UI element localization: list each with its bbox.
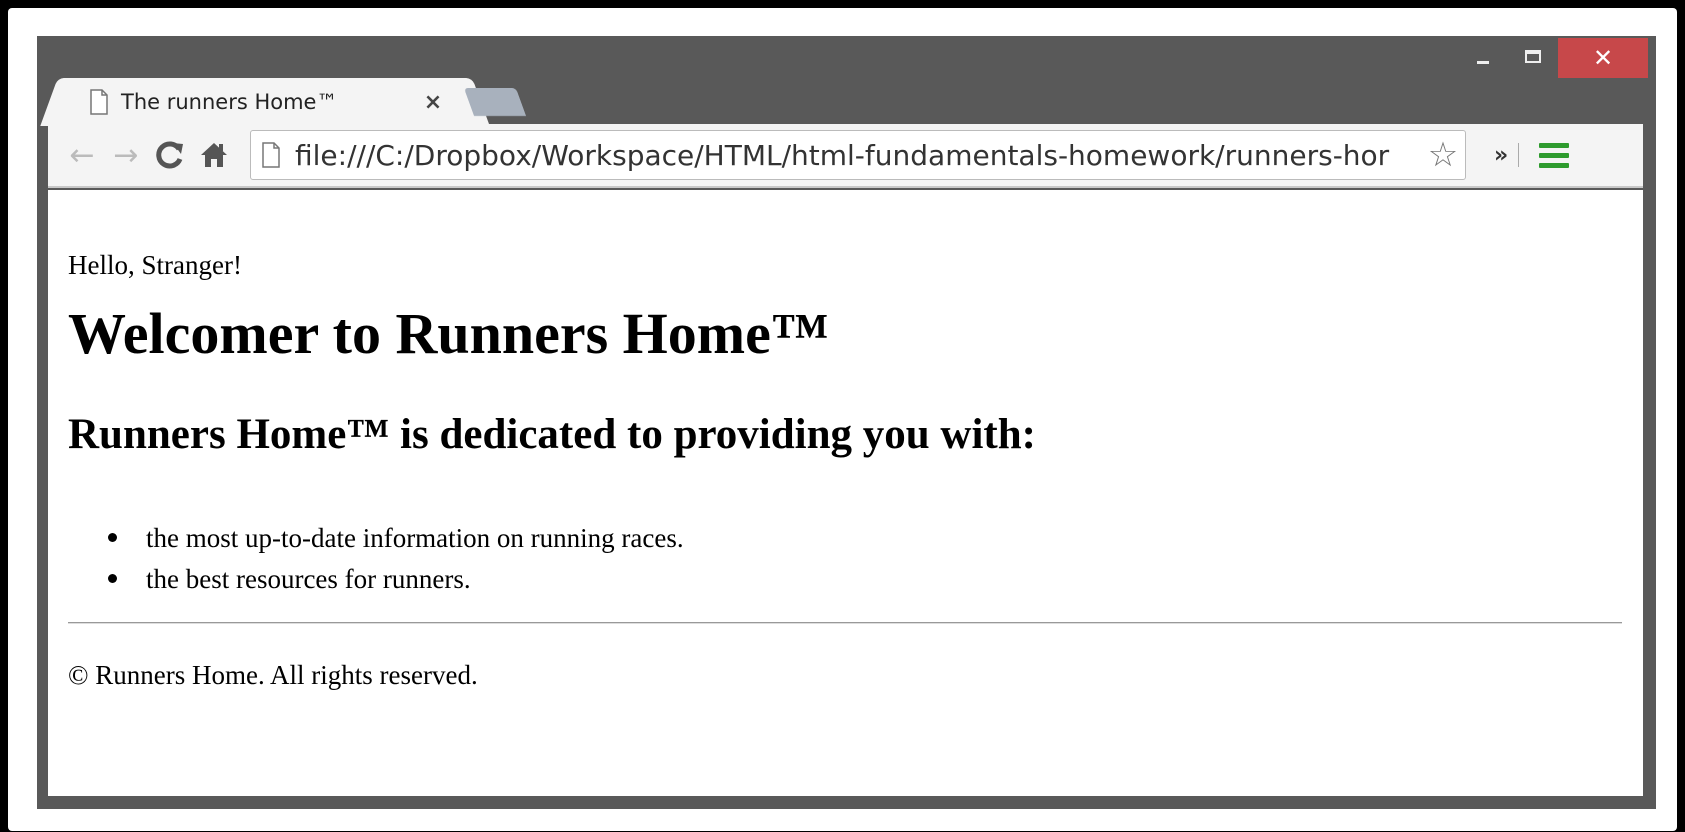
minimize-button[interactable] — [1458, 38, 1508, 74]
star-bookmark-icon[interactable]: ☆ — [1421, 133, 1465, 177]
page-heading: Welcomer to Runners Home™ — [68, 301, 829, 366]
tab-title: The runners Home™ — [121, 90, 338, 114]
window-close-button[interactable]: ✕ — [1558, 38, 1648, 78]
feature-list: the most up-to-date information on runni… — [108, 520, 684, 602]
home-glyph — [201, 143, 227, 167]
maximize-icon — [1525, 49, 1541, 63]
list-item-text: the most up-to-date information on runni… — [146, 523, 684, 553]
home-icon[interactable] — [192, 133, 236, 177]
tab-close-icon[interactable]: × — [421, 90, 445, 115]
menu-bar — [1539, 142, 1570, 148]
back-arrow-icon[interactable]: ← — [60, 133, 104, 177]
browser-tab[interactable]: The runners Home™ × — [59, 78, 471, 126]
page-subheading: Runners Home™ is dedicated to providing … — [68, 411, 1036, 458]
bullet-icon — [108, 574, 117, 583]
horizontal-rule — [68, 622, 1622, 624]
maximize-button[interactable] — [1508, 38, 1558, 74]
page-icon — [90, 89, 108, 115]
toolbar-divider — [1518, 143, 1520, 167]
greeting-text: Hello, Stranger! — [68, 250, 242, 280]
menu-bar — [1539, 152, 1570, 158]
reload-glyph — [156, 141, 183, 169]
url-text[interactable]: file:///C:/Dropbox/Workspace/HTML/html-f… — [295, 139, 1421, 172]
page-content: Hello, Stranger! Welcomer to Runners Hom… — [48, 190, 1643, 796]
bullet-icon — [108, 533, 117, 542]
forward-arrow-icon[interactable]: → — [104, 133, 148, 177]
minimize-icon — [1477, 60, 1489, 64]
chevron-more-icon[interactable]: » — [1494, 143, 1508, 168]
footer-text: © Runners Home. All rights reserved. — [68, 660, 478, 690]
menu-icon[interactable] — [1539, 140, 1570, 170]
list-item: the most up-to-date information on runni… — [108, 520, 684, 561]
window-controls: ✕ — [1458, 38, 1648, 78]
page-icon — [262, 142, 280, 168]
browser-toolbar: ← → file:///C:/Dropbox/Workspace/HTML/ht… — [48, 124, 1643, 188]
close-icon: ✕ — [1592, 44, 1614, 72]
new-tab-button[interactable] — [463, 88, 527, 116]
reload-icon[interactable] — [148, 133, 192, 177]
menu-bar — [1539, 162, 1570, 168]
list-item-text: the best resources for runners. — [146, 564, 471, 594]
browser-window: ✕ The runners Home™ × ← → file:///C:/Dro… — [37, 36, 1656, 809]
address-bar[interactable]: file:///C:/Dropbox/Workspace/HTML/html-f… — [250, 130, 1466, 180]
list-item: the best resources for runners. — [108, 561, 684, 602]
